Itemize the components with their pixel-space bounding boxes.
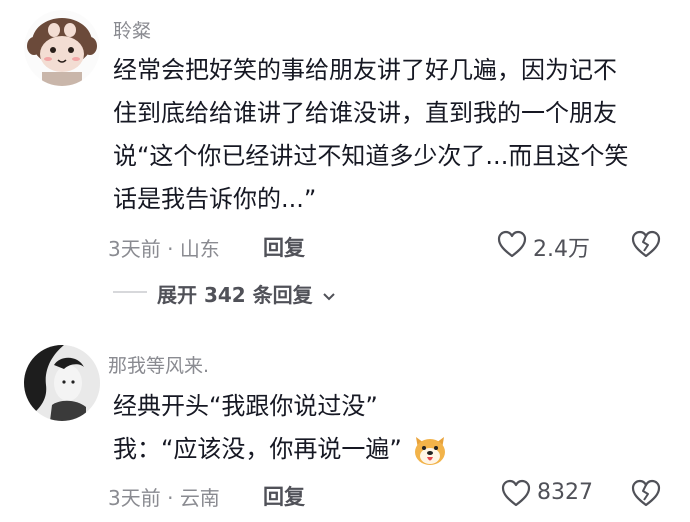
comment-text-line: 经常会把好笑的事给朋友讲了好几遍，因为记不: [113, 56, 617, 84]
portrait-avatar-icon: [24, 345, 100, 421]
expand-replies-label: 展开 342 条回复: [157, 283, 313, 307]
user-avatar[interactable]: [24, 10, 100, 86]
heart-outline-icon[interactable]: [500, 478, 532, 508]
chevron-down-icon: [322, 292, 335, 300]
meta-separator: ·: [167, 237, 180, 261]
reply-button[interactable]: 回复: [263, 481, 305, 511]
monkey-avatar-icon: [24, 10, 100, 86]
broken-heart-icon[interactable]: [630, 478, 662, 508]
comment-meta: 3天前 · 云南: [108, 482, 220, 511]
comment-text-line: 说“这个你已经讲过不知道多少次了...而且这个笑: [113, 142, 629, 170]
comment-text-line: 我：“应该没，你再说一遍”: [113, 435, 402, 463]
like-count: 2.4万: [533, 237, 590, 262]
user-avatar[interactable]: [24, 345, 100, 421]
expand-divider: [113, 291, 147, 293]
location: 云南: [179, 486, 220, 510]
username[interactable]: 聆粲: [113, 16, 151, 43]
dog-face-emoji-icon: [414, 437, 445, 465]
comment-meta: 3天前 · 山东: [108, 233, 220, 262]
expand-replies-button[interactable]: 展开 342 条回复: [157, 279, 336, 308]
location: 山东: [179, 237, 220, 261]
username[interactable]: 那我等风来.: [108, 351, 209, 378]
meta-separator: ·: [167, 486, 180, 510]
comment-text-line: 经典开头“我跟你说过没”: [113, 392, 378, 420]
comment-text-line: 住到底给给谁讲了给谁没讲，直到我的一个朋友: [113, 99, 617, 127]
like-count: 8327: [537, 480, 593, 505]
comment-text-line-with-emoji: 我：“应该没，你再说一遍”: [113, 433, 448, 467]
timestamp: 3天前: [108, 486, 161, 510]
timestamp: 3天前: [108, 237, 161, 261]
reply-button[interactable]: 回复: [263, 232, 305, 262]
heart-outline-icon[interactable]: [496, 229, 528, 259]
broken-heart-icon[interactable]: [630, 229, 662, 259]
comment-text-line: 话是我告诉你的...”: [113, 185, 317, 213]
